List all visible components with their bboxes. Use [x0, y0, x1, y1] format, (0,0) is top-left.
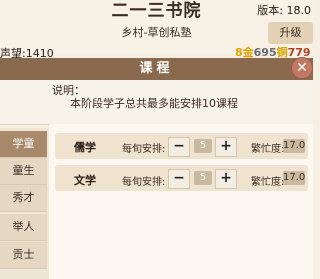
course-name: 儒学: [74, 141, 96, 154]
schedule-count: 5: [194, 139, 212, 153]
schedule-label: 每旬安排:: [122, 144, 166, 155]
sidebar-item-xuetong[interactable]: 学童: [0, 131, 47, 158]
upgrade-button[interactable]: 升级: [268, 22, 313, 44]
sidebar-item-xiucai[interactable]: 秀才: [0, 185, 47, 212]
busy-value: 17.0: [283, 139, 306, 153]
schedule-label: 每旬安排:: [122, 177, 166, 188]
sidebar-item-juren[interactable]: 举人: [0, 214, 47, 241]
close-icon[interactable]: ✕: [291, 57, 313, 79]
course-name: 文学: [74, 174, 96, 187]
busy-label: 繁忙度:: [251, 177, 285, 188]
increase-button[interactable]: +: [215, 137, 237, 157]
increase-button[interactable]: +: [215, 169, 237, 189]
schedule-count: 5: [194, 171, 212, 185]
location-subtitle: 乡村-草创私塾: [121, 26, 192, 39]
decrease-button[interactable]: −: [168, 169, 190, 189]
decrease-button[interactable]: −: [168, 137, 190, 157]
panel-title: 课程: [139, 61, 174, 76]
description-text: 本阶段学子总共最多能安排10课程: [70, 97, 238, 110]
busy-value: 17.0: [283, 171, 306, 185]
busy-label: 繁忙度:: [251, 144, 285, 155]
version-label: 版本: 18.0: [257, 4, 311, 17]
sidebar-item-tongsheng[interactable]: 童生: [0, 158, 47, 185]
sidebar-item-gongshi[interactable]: 贡士: [0, 242, 47, 269]
